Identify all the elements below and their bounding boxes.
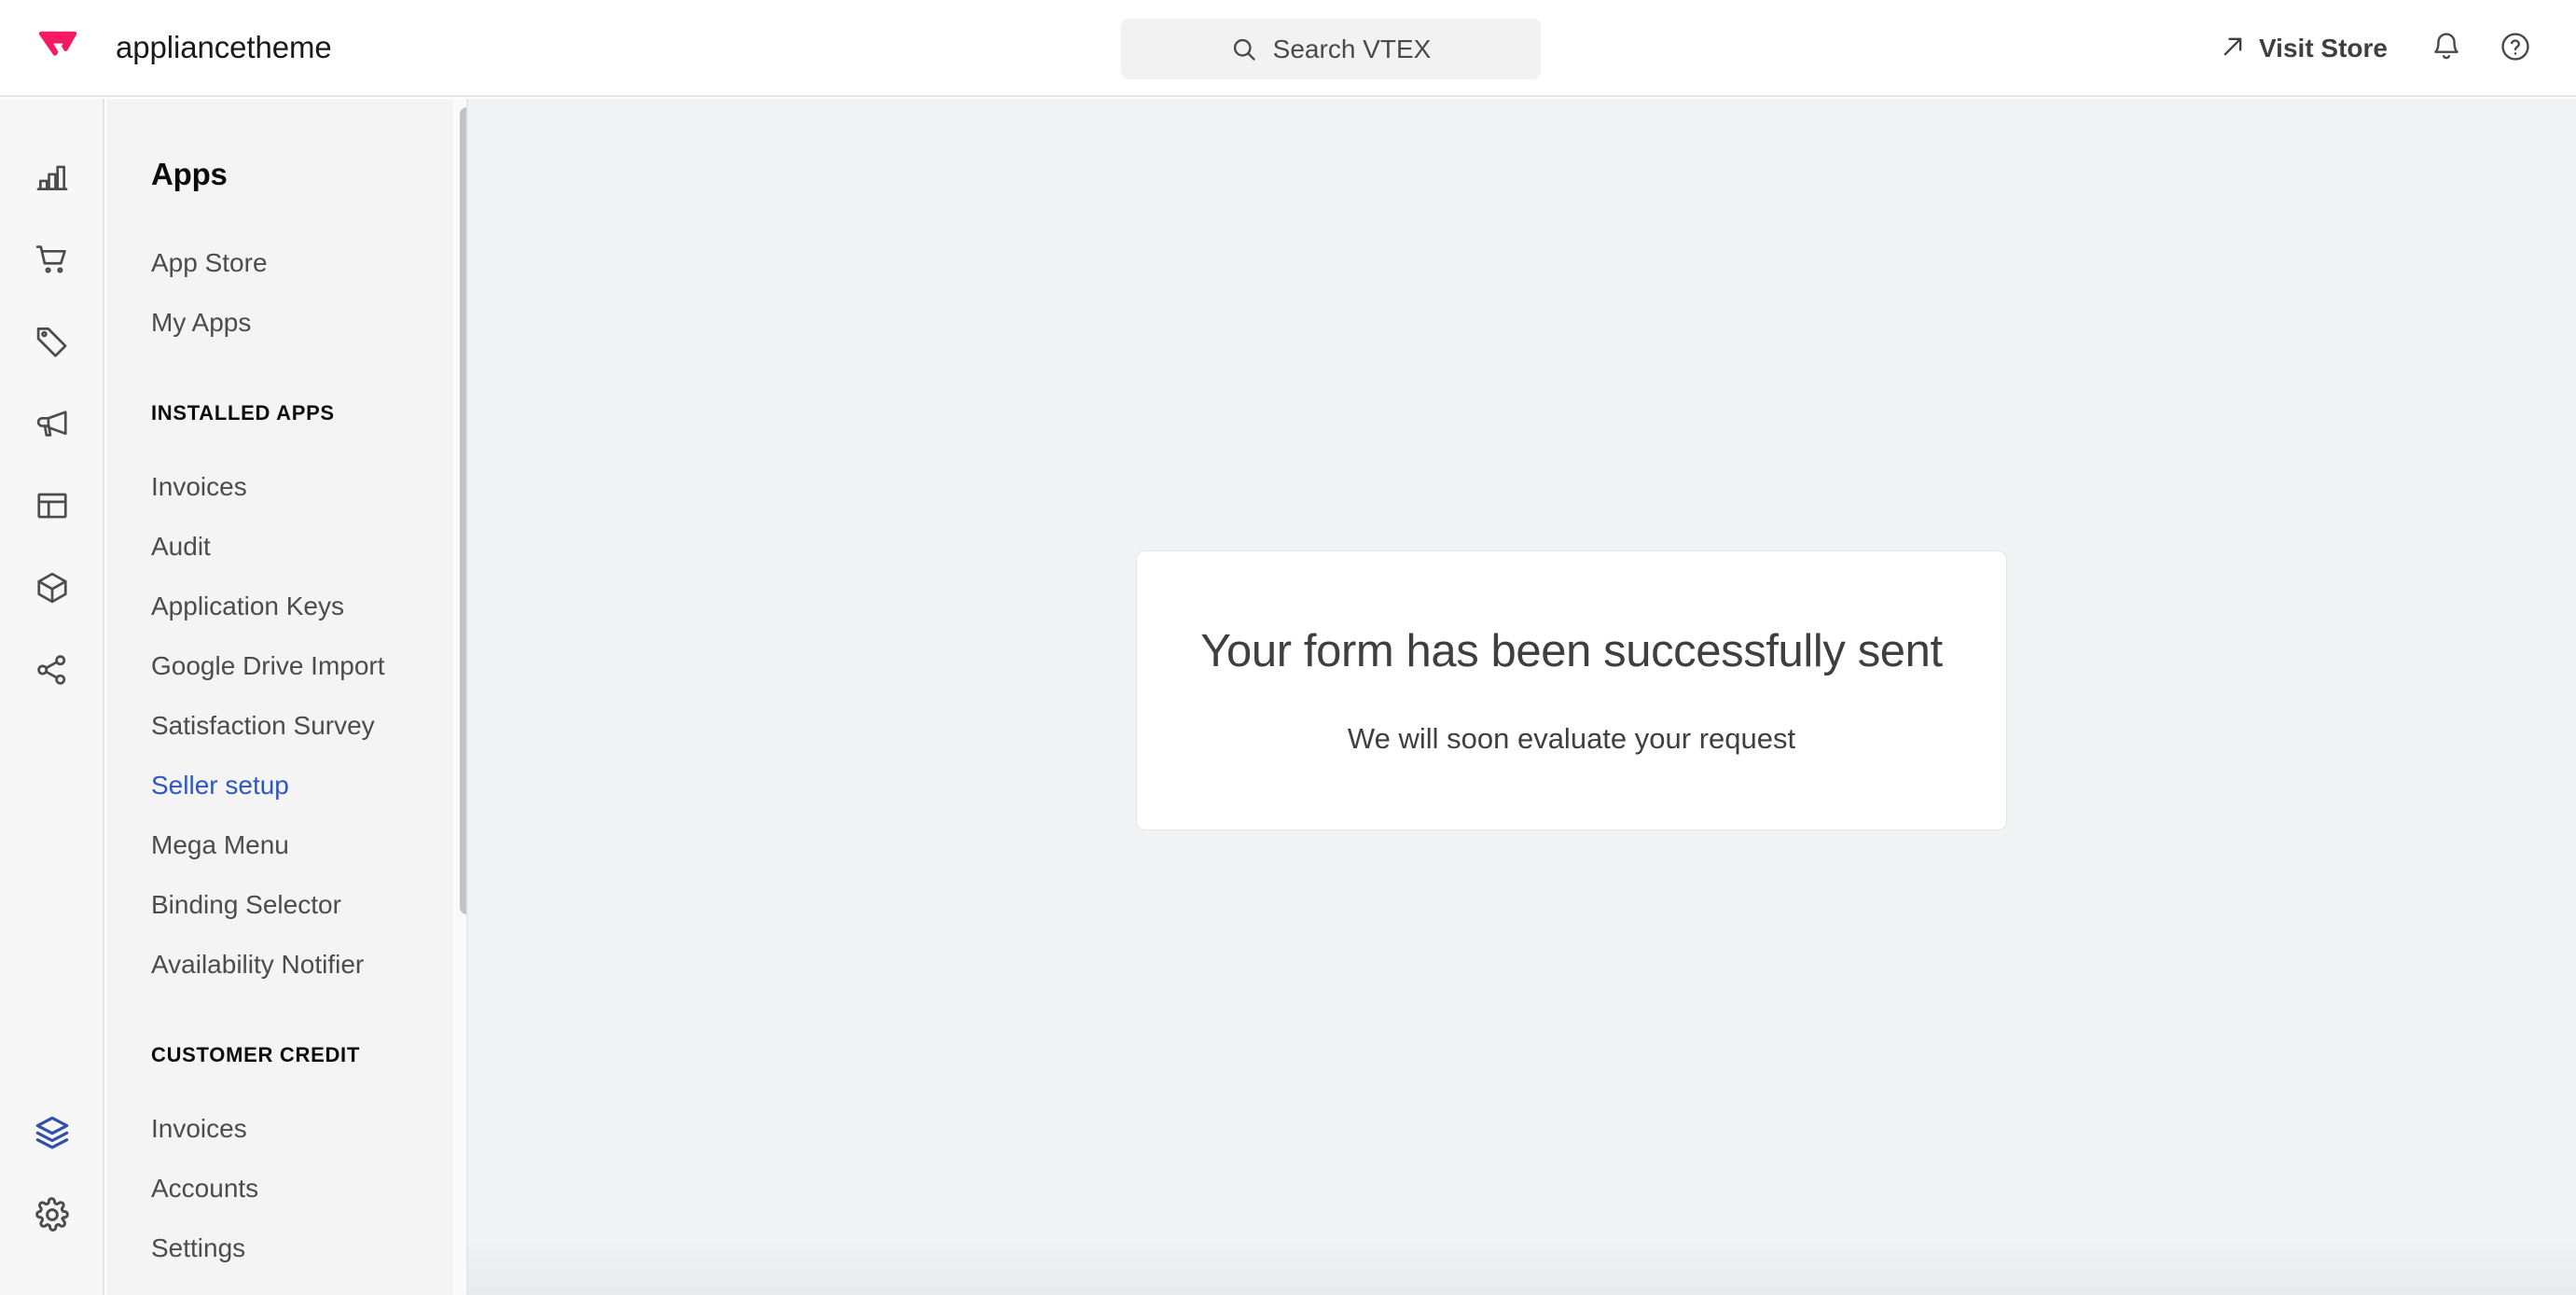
- help-circle-icon: [2500, 31, 2531, 67]
- rail-item-apps[interactable]: [0, 1092, 104, 1174]
- main-content: Your form has been successfully sent We …: [468, 99, 2576, 1295]
- top-bar-actions: Visit Store: [2195, 0, 2550, 97]
- sidebar-section-installed-apps: INSTALLED APPS: [151, 401, 335, 425]
- sidebar-item-mega-menu[interactable]: Mega Menu: [106, 815, 466, 875]
- search-icon: [1231, 36, 1257, 63]
- sidebar-item-audit[interactable]: Audit: [106, 517, 466, 577]
- sidebar-divider: [466, 99, 468, 1295]
- sidebar-item-binding-selector[interactable]: Binding Selector: [106, 875, 466, 935]
- megaphone-icon: [35, 406, 70, 441]
- success-card: Your form has been successfully sent We …: [1136, 550, 2007, 830]
- sidebar-item-google-drive-import[interactable]: Google Drive Import: [106, 636, 466, 696]
- sidebar-scrollbar[interactable]: [451, 99, 466, 1295]
- brand[interactable]: appliancetheme: [0, 0, 332, 96]
- rail-item-storefront[interactable]: [0, 465, 104, 547]
- bar-chart-icon: [35, 160, 70, 195]
- layers-icon: [34, 1114, 71, 1151]
- sidebar-scrollbar-thumb[interactable]: [460, 107, 466, 914]
- success-subtitle: We will soon evaluate your request: [1347, 722, 1796, 755]
- apps-sidebar-content: Apps App Store My Apps INSTALLED APPS In…: [106, 99, 466, 1278]
- apps-sidebar: Apps App Store My Apps INSTALLED APPS In…: [106, 99, 466, 1295]
- top-bar: appliancetheme Search VTEX Visit Store: [0, 0, 2576, 97]
- sidebar-item-app-store[interactable]: App Store: [106, 233, 466, 293]
- icon-rail-bottom-group: [0, 1092, 104, 1256]
- gear-icon: [35, 1197, 70, 1232]
- rail-item-settings[interactable]: [0, 1174, 104, 1256]
- rail-item-connections[interactable]: [0, 629, 104, 711]
- sidebar-item-invoices[interactable]: Invoices: [106, 457, 466, 517]
- sidebar-section-customer-credit: CUSTOMER CREDIT: [151, 1043, 360, 1066]
- bell-icon: [2431, 31, 2462, 67]
- rail-item-orders[interactable]: [0, 218, 104, 300]
- rail-item-marketing[interactable]: [0, 383, 104, 465]
- price-tag-icon: [35, 324, 70, 359]
- account-name: appliancetheme: [116, 30, 332, 64]
- layout-icon: [35, 488, 70, 523]
- sidebar-item-credit-invoices[interactable]: Invoices: [106, 1099, 466, 1159]
- sidebar-item-availability-notifier[interactable]: Availability Notifier: [106, 935, 466, 995]
- share-network-icon: [35, 652, 70, 688]
- search-placeholder: Search VTEX: [1272, 34, 1432, 63]
- notifications-button[interactable]: [2412, 14, 2481, 83]
- sidebar-item-my-apps[interactable]: My Apps: [106, 293, 466, 353]
- page-title: Apps: [151, 157, 228, 191]
- visit-store-button[interactable]: Visit Store: [2195, 21, 2412, 77]
- icon-rail: [0, 99, 104, 1295]
- rail-item-analytics[interactable]: [0, 136, 104, 218]
- sidebar-item-seller-setup[interactable]: Seller setup: [106, 756, 466, 815]
- visit-store-label: Visit Store: [2259, 34, 2388, 63]
- external-link-arrow-icon: [2220, 34, 2246, 64]
- icon-rail-top-group: [0, 136, 104, 711]
- sidebar-item-application-keys[interactable]: Application Keys: [106, 577, 466, 636]
- main-bottom-shadow: [468, 1239, 2576, 1295]
- search-input[interactable]: Search VTEX: [1121, 19, 1541, 79]
- help-button[interactable]: [2481, 14, 2550, 83]
- rail-item-catalog[interactable]: [0, 300, 104, 383]
- sidebar-item-credit-settings[interactable]: Settings: [106, 1218, 466, 1278]
- vtex-logo-icon: [37, 27, 78, 68]
- sidebar-item-satisfaction-survey[interactable]: Satisfaction Survey: [106, 696, 466, 756]
- sidebar-item-credit-accounts[interactable]: Accounts: [106, 1159, 466, 1218]
- rail-item-inventory[interactable]: [0, 547, 104, 629]
- search-field[interactable]: Search VTEX: [1121, 19, 1541, 79]
- success-title: Your form has been successfully sent: [1200, 626, 1943, 676]
- shopping-cart-icon: [35, 242, 70, 277]
- box-icon: [35, 570, 70, 606]
